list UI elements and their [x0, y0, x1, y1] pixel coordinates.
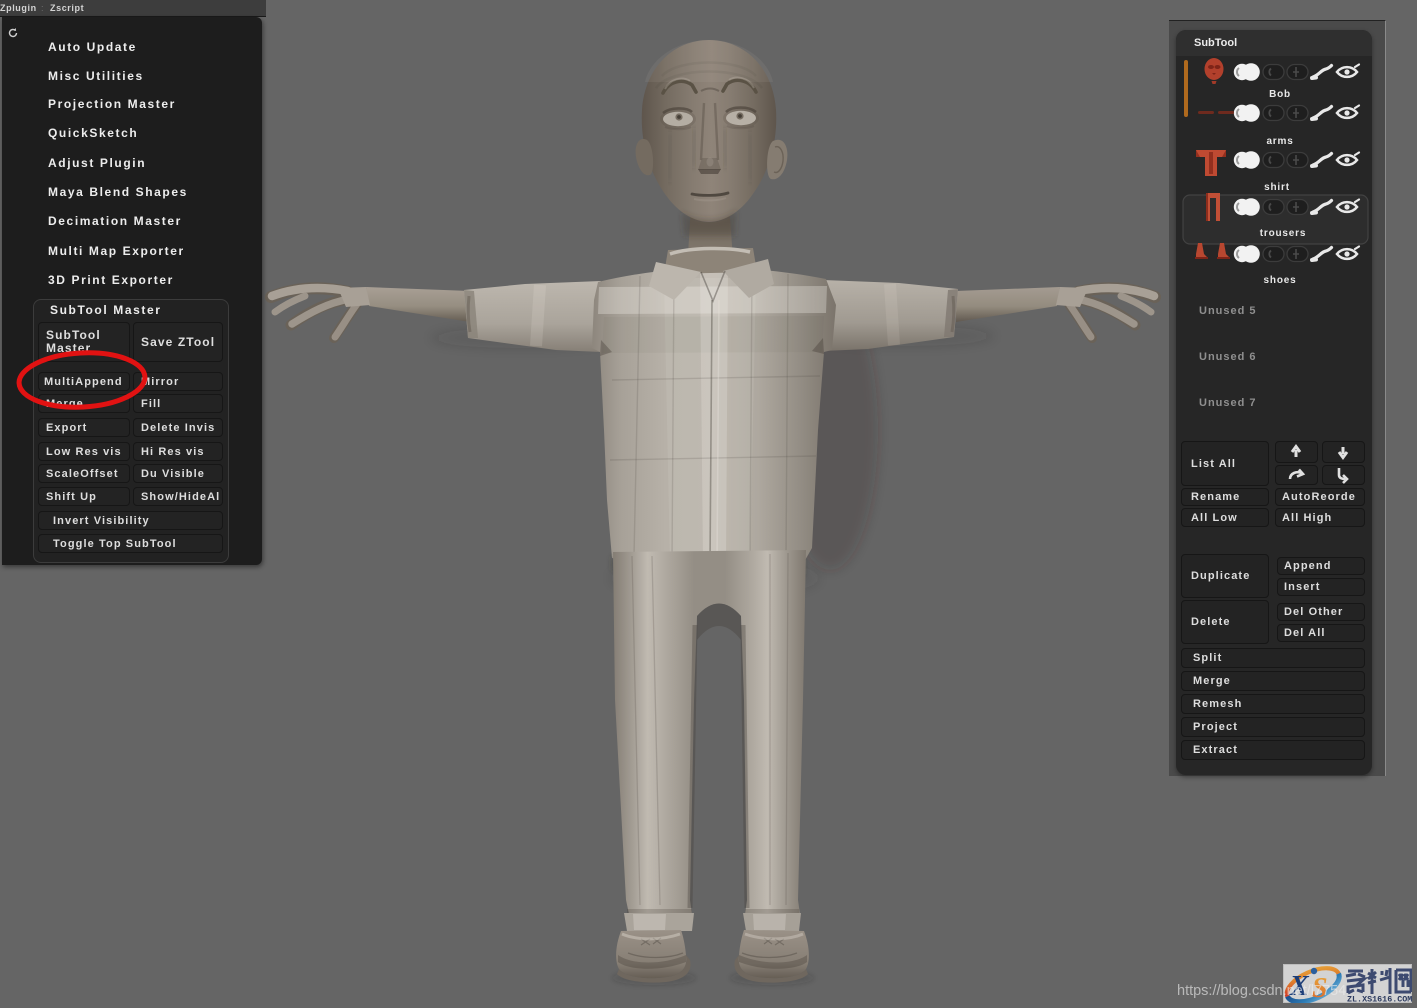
svg-text:ZL.XS1616.COM: ZL.XS1616.COM: [1347, 995, 1412, 1004]
